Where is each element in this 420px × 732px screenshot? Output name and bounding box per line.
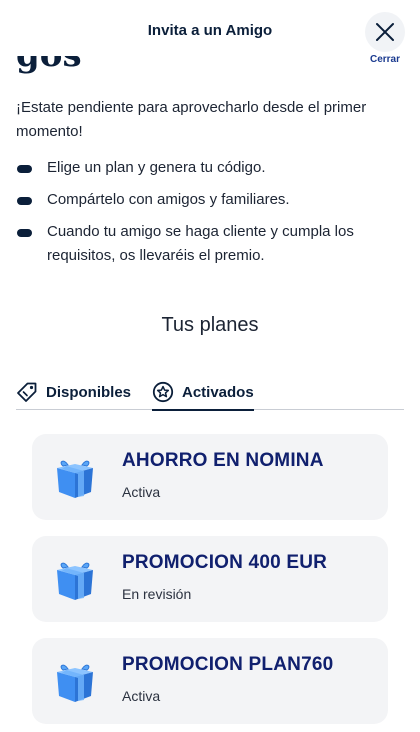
step-text: Compártelo con amigos y familiares. — [47, 191, 290, 208]
plans-tabs: Disponibles Activados — [16, 374, 404, 411]
gift-icon — [54, 660, 96, 704]
plan-name: PROMOCION 400 EUR — [122, 552, 328, 573]
section-heading-text: gos — [16, 56, 82, 72]
plan-card[interactable]: PROMOCION 400 EUR En revisión — [32, 536, 388, 622]
star-badge-icon — [152, 381, 174, 403]
plan-name: PROMOCION PLAN760 — [122, 654, 334, 675]
plan-status: En revisión — [122, 586, 192, 602]
bullet-icon — [17, 165, 32, 173]
step-item: Compártelo con amigos y familiares. — [16, 188, 404, 212]
step-text: Cuando tu amigo se haga cliente y cumpla… — [47, 223, 354, 264]
section-heading-partial: gos — [16, 56, 82, 82]
tab-disponibles[interactable]: Disponibles — [16, 374, 131, 410]
plan-name: AHORRO EN NOMINA — [122, 450, 324, 471]
plans-title: Tus planes — [161, 314, 259, 336]
gift-icon — [54, 456, 96, 500]
gift-icon — [54, 558, 96, 602]
tag-icon — [16, 381, 38, 403]
tab-label[interactable]: Disponibles — [46, 384, 131, 401]
plan-card[interactable]: AHORRO EN NOMINA Activa — [32, 434, 388, 520]
plan-status: Activa — [122, 484, 161, 500]
close-icon[interactable] — [365, 12, 405, 52]
step-item: Elige un plan y genera tu código. — [16, 156, 404, 180]
plan-card[interactable]: PROMOCION PLAN760 Activa — [32, 638, 388, 724]
tab-activados[interactable]: Activados — [152, 374, 254, 411]
close-button[interactable]: Cerrar — [362, 12, 408, 68]
close-label[interactable]: Cerrar — [370, 54, 400, 65]
plan-status: Activa — [122, 688, 161, 704]
intro-text: ¡Estate pendiente para aprovecharlo desd… — [16, 99, 367, 140]
bullet-icon — [17, 197, 32, 205]
tab-label[interactable]: Activados — [182, 384, 254, 401]
steps-list: Elige un plan y genera tu código. Compár… — [16, 156, 404, 276]
page-title: Invita a un Amigo — [147, 22, 273, 39]
bullet-icon — [17, 229, 32, 237]
step-text: Elige un plan y genera tu código. — [47, 159, 266, 176]
step-item: Cuando tu amigo se haga cliente y cumpla… — [16, 220, 404, 268]
